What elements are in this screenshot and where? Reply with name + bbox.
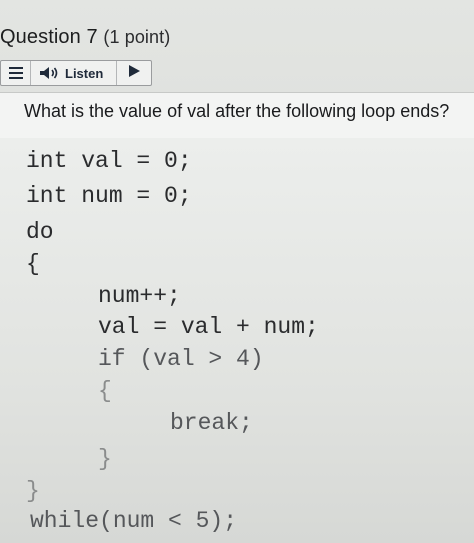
code-line: break;	[170, 410, 253, 436]
code-line: int val = 0;	[26, 148, 192, 174]
speaker-icon	[39, 66, 59, 80]
listen-button[interactable]: Listen	[31, 61, 117, 85]
play-icon	[128, 64, 140, 82]
code-line: {	[98, 378, 112, 404]
code-line: {	[26, 251, 40, 277]
question-points: (1 point)	[103, 27, 171, 47]
listen-toolbar: Listen	[0, 60, 152, 86]
code-line: }	[98, 446, 112, 472]
question-prompt-box: What is the value of val after the follo…	[0, 92, 474, 138]
question-prompt: What is the value of val after the follo…	[24, 101, 450, 121]
code-line: while(num < 5);	[30, 508, 238, 534]
code-block: int val = 0; int num = 0; do { num++; va…	[0, 138, 474, 543]
listen-label: Listen	[65, 65, 104, 81]
code-line: val = val + num;	[98, 314, 319, 340]
code-line: int num = 0;	[26, 183, 192, 209]
play-button[interactable]	[117, 61, 151, 85]
code-line: if (val > 4)	[98, 346, 264, 372]
question-number: Question 7	[0, 26, 98, 48]
menu-button[interactable]	[1, 61, 31, 85]
code-line: do	[26, 219, 54, 245]
code-line: num++;	[98, 283, 181, 309]
question-title: Question 7 (1 point)	[0, 26, 170, 49]
menu-icon	[8, 67, 23, 79]
code-line: }	[26, 478, 40, 504]
